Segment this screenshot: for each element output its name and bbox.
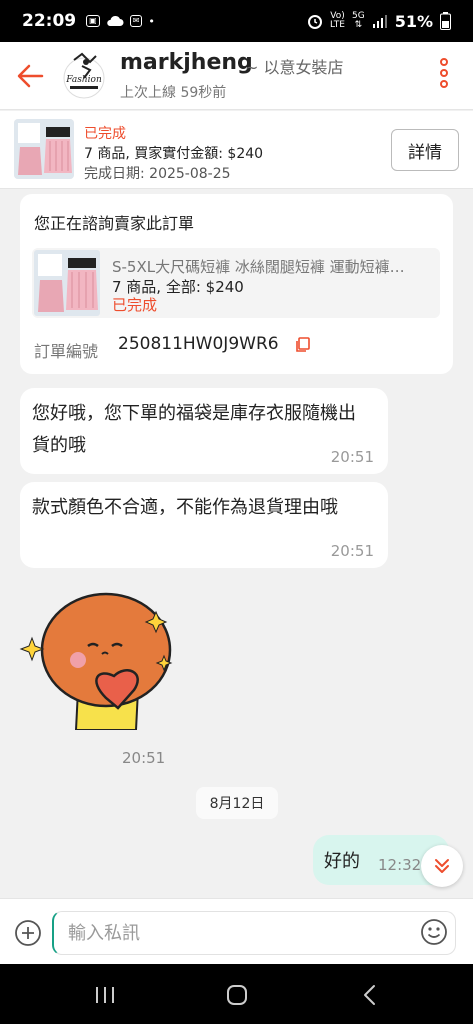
message-time: 12:32: [378, 856, 422, 874]
product-thumbnail: [34, 250, 100, 316]
sticker-time: 20:51: [122, 749, 166, 767]
system-icons: Vo) LTE 5G ⇅ 51%: [307, 12, 451, 31]
message-text: 您好哦，您下單的福袋是庫存衣服隨機出貨的哦: [32, 403, 356, 456]
chevron-double-down-icon: [435, 859, 449, 873]
signal-icon: [372, 15, 387, 28]
message-bubble[interactable]: 您好哦，您下單的福袋是庫存衣服隨機出貨的哦 20:51: [20, 388, 388, 474]
shop-name[interactable]: ~ 以意女裝店: [245, 54, 344, 78]
back-arrow-icon[interactable]: [14, 60, 46, 92]
recent-apps-icon[interactable]: [94, 986, 116, 1004]
svg-text:Fashion: Fashion: [65, 75, 102, 85]
message-time: 20:51: [330, 542, 374, 560]
battery-percent: 51%: [394, 11, 433, 31]
order-status: 已完成: [84, 126, 126, 142]
product-name: S-5XL大尺碼短褲 冰絲闊腿短褲 運動短褲…: [112, 258, 405, 276]
back-nav-icon[interactable]: [360, 984, 380, 1006]
battery-icon: [440, 12, 451, 30]
scroll-to-bottom-button[interactable]: [421, 845, 463, 887]
arrows-label: ⇅: [354, 20, 363, 30]
message-time: 20:51: [330, 448, 374, 466]
volte-icon: Vo) LTE: [330, 12, 345, 30]
home-icon[interactable]: [226, 984, 248, 1006]
message-text: 款式顏色不合適，不能作為退貨理由哦: [32, 497, 338, 518]
5g-icon: 5G ⇅: [352, 12, 365, 30]
mail-notification-icon: ✉: [129, 15, 143, 27]
message-bubble[interactable]: 款式顏色不合適，不能作為退貨理由哦 20:51: [20, 482, 388, 568]
heart-sticker[interactable]: [18, 590, 178, 730]
status-bar: 22:09 ▣ ✉ • Vo) LTE 5G ⇅ 51%: [0, 0, 473, 42]
shorts-product-image: [34, 250, 100, 316]
order-thumbnail: [14, 119, 74, 179]
order-inquiry-card: 您正在諮詢賣家此訂單 S-5XL大尺碼短褲 冰絲闊腿短褲 運動短褲… 7 商品,…: [20, 194, 453, 374]
notification-icons: ▣ ✉ •: [86, 15, 155, 28]
order-number-label: 訂單編號: [34, 342, 99, 361]
seller-name[interactable]: markjheng: [120, 50, 253, 75]
copy-icon[interactable]: [294, 336, 312, 354]
product-row[interactable]: S-5XL大尺碼短褲 冰絲闊腿短褲 運動短褲… 7 商品, 全部: $240 已…: [32, 248, 440, 318]
status-time: 22:09: [22, 11, 77, 31]
shop-logo-icon[interactable]: Fashion: [60, 48, 108, 104]
order-summary: 7 商品, 買家實付金額: $240: [84, 146, 264, 162]
message-input[interactable]: [52, 911, 456, 955]
app-notification-icon: ▣: [86, 15, 100, 27]
message-input-bar: [0, 898, 473, 964]
plus-icon[interactable]: [14, 919, 42, 947]
alarm-icon: [308, 15, 323, 29]
details-button[interactable]: 詳情: [391, 129, 459, 171]
product-status: 已完成: [112, 296, 158, 314]
last-online: 上次上線 59秒前: [120, 85, 227, 101]
emoji-icon[interactable]: [420, 918, 448, 946]
order-completed-date: 完成日期: 2025-08-25: [84, 166, 231, 182]
date-separator: 8月12日: [196, 787, 278, 819]
more-options-icon[interactable]: [439, 58, 449, 92]
chat-header: Fashion markjheng ~ 以意女裝店 上次上線 59秒前: [0, 42, 473, 110]
cloud-icon: [106, 15, 124, 26]
order-banner[interactable]: 已完成 7 商品, 買家實付金額: $240 完成日期: 2025-08-25 …: [0, 111, 473, 189]
shorts-product-image: [14, 119, 74, 179]
message-text: 好的: [324, 851, 360, 872]
lte-label: LTE: [330, 20, 345, 30]
inquiry-title: 您正在諮詢賣家此訂單: [34, 214, 195, 233]
system-navigation-bar: [0, 964, 473, 1024]
dot-icon: •: [148, 14, 155, 28]
order-number: 250811HW0J9WR6: [118, 334, 279, 354]
